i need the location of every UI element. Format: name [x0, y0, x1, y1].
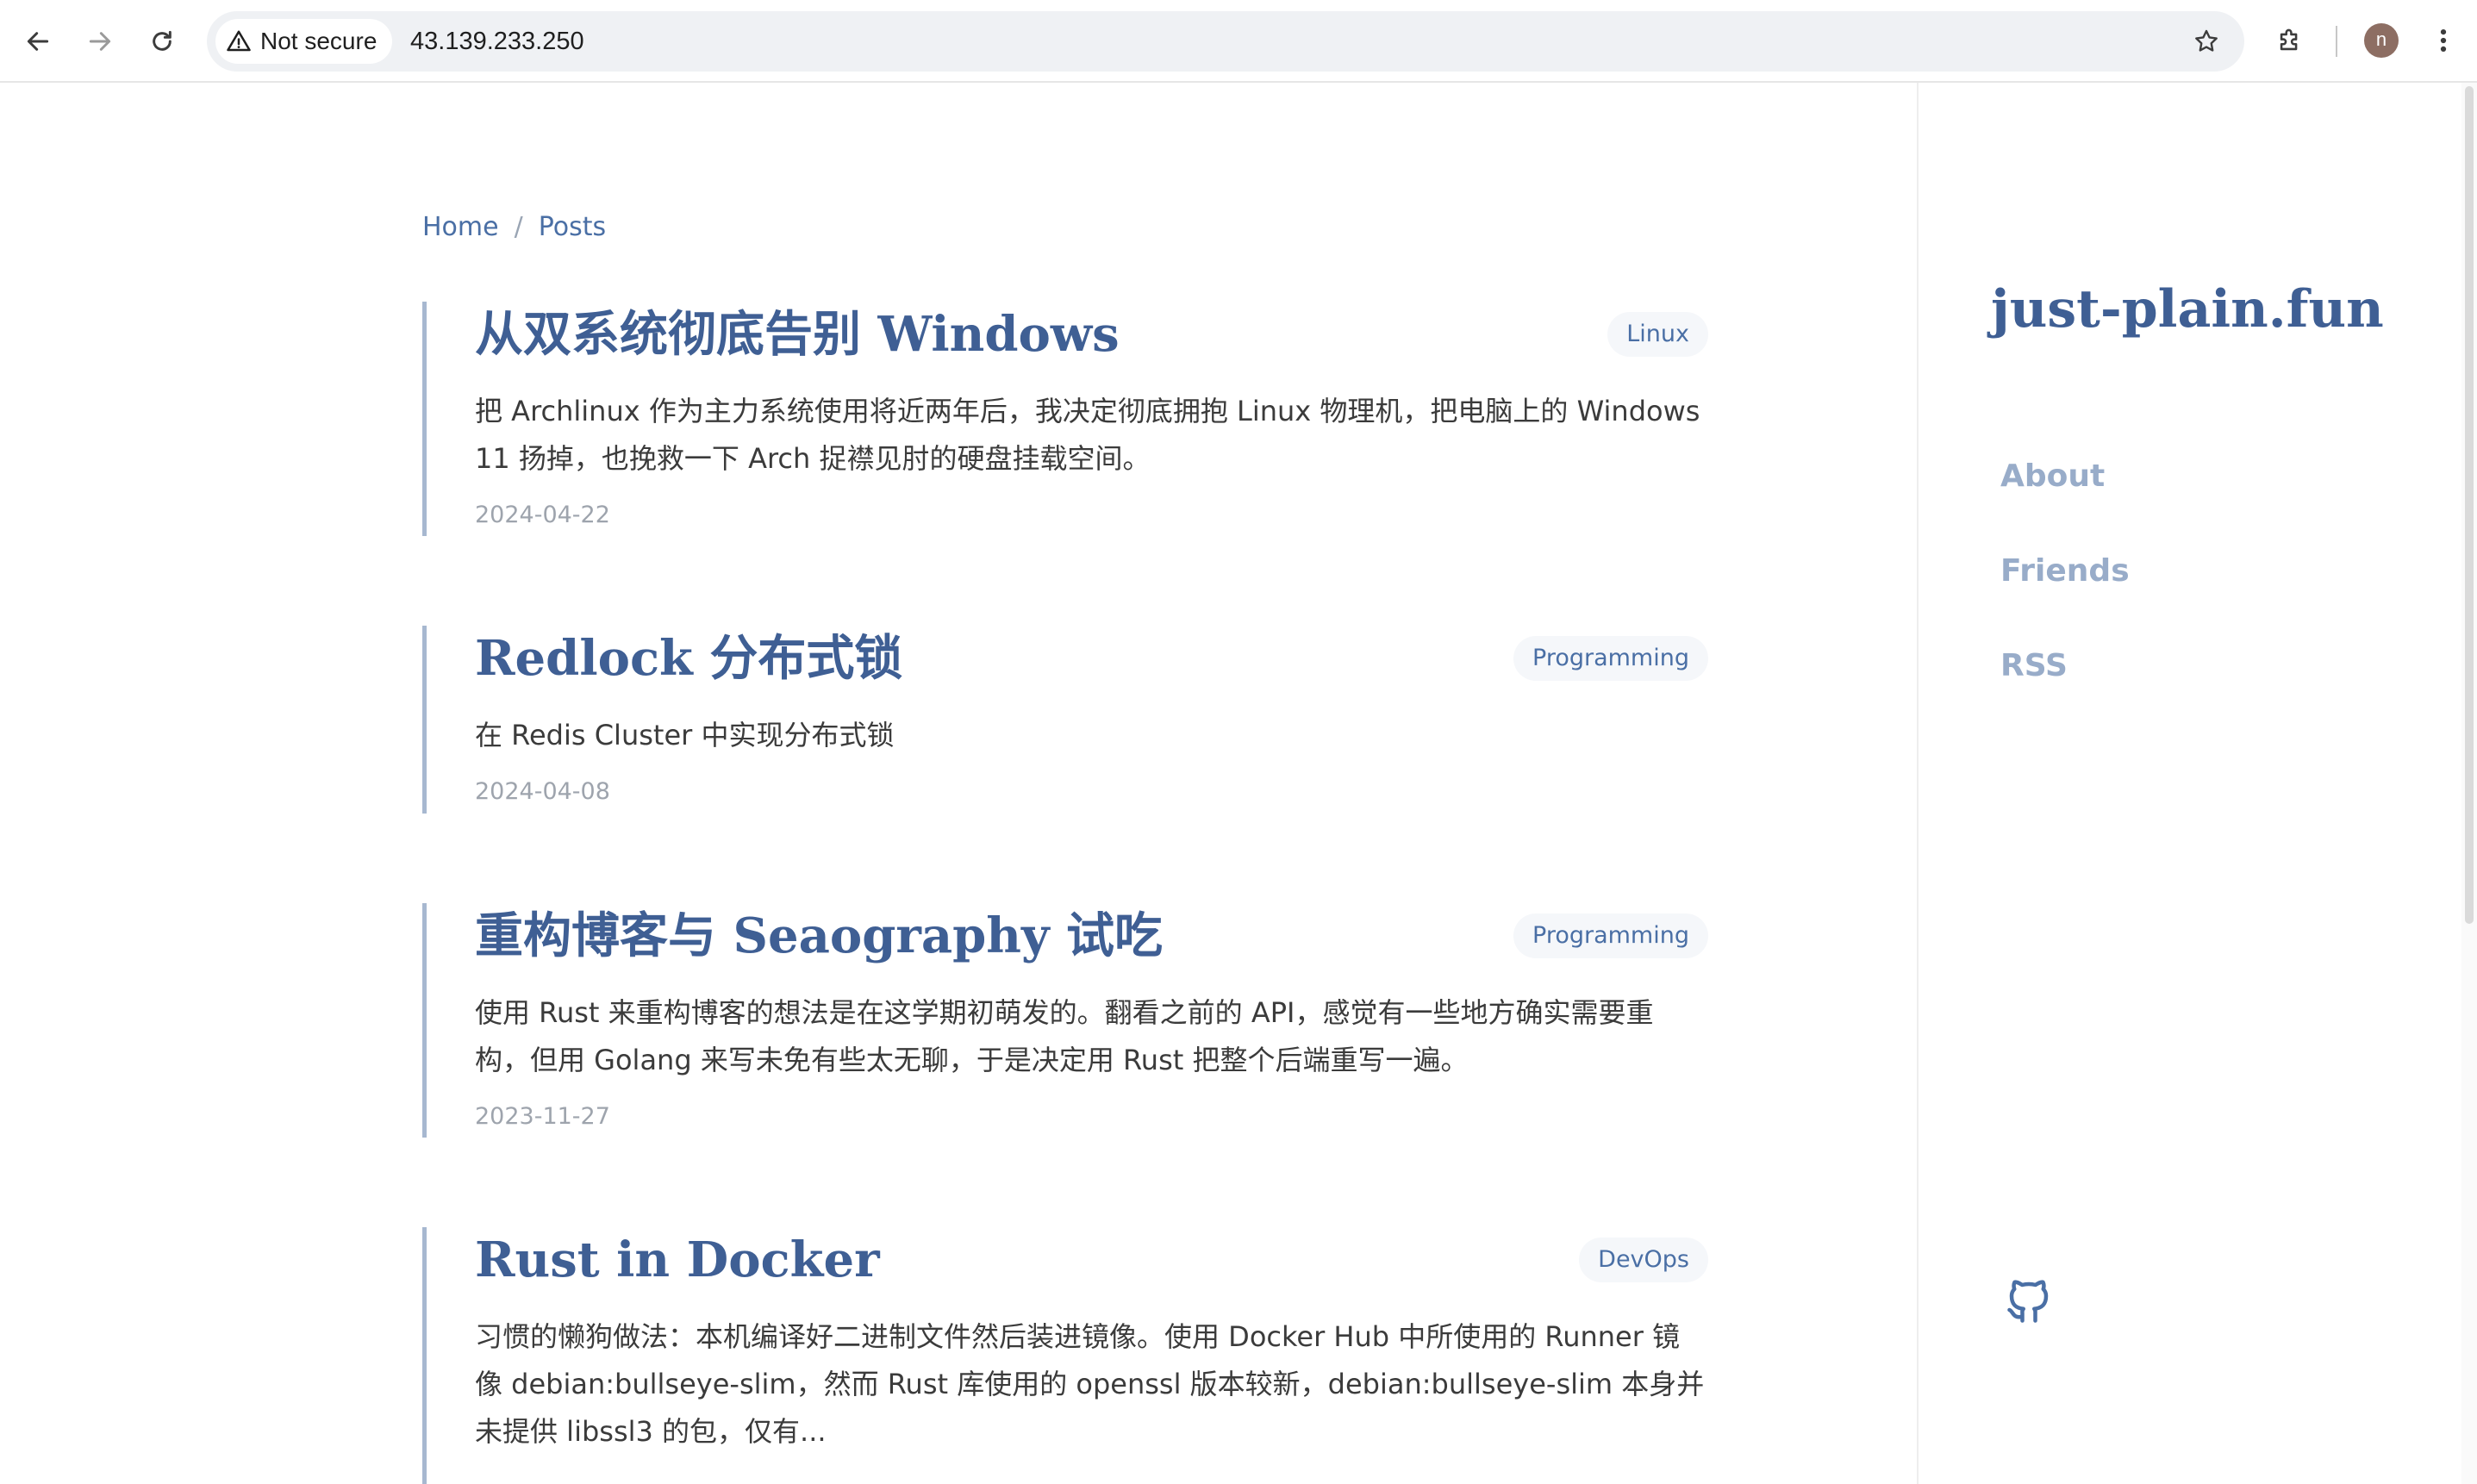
post-card: Rust in Docker DevOps 习惯的懒狗做法：本机编译好二进制文件… [422, 1227, 1708, 1484]
site-title[interactable]: just-plain.fun [1991, 279, 2384, 340]
warning-icon [227, 30, 251, 52]
breadcrumb-home[interactable]: Home [422, 212, 499, 242]
sidebar-link-about[interactable]: About [2000, 458, 2105, 494]
forward-button[interactable] [81, 22, 119, 60]
breadcrumb-separator: / [514, 212, 523, 242]
browser-menu-button[interactable] [2430, 21, 2456, 60]
reload-icon [153, 30, 172, 51]
sidebar-link-friends[interactable]: Friends [2000, 553, 2130, 589]
security-label: Not secure [260, 28, 377, 54]
post-date: 2023-11-27 [475, 1103, 610, 1130]
post-tag[interactable]: Programming [1513, 636, 1708, 681]
sidebar-link-rss[interactable]: RSS [2000, 648, 2068, 683]
address-bar[interactable]: Not secure 43.139.233.250 [207, 11, 2244, 72]
arrow-left-icon [27, 32, 49, 51]
star-icon [2195, 29, 2218, 52]
post-card: 重构博客与 Seaography 试吃 Programming 使用 Rust … [422, 903, 1708, 1138]
github-link[interactable] [2003, 1275, 2055, 1327]
github-icon [2007, 1280, 2049, 1323]
url-text[interactable]: 43.139.233.250 [410, 11, 584, 72]
page-content: Home / Posts 从双系统彻底告别 Windows Linux 把 Ar… [0, 83, 2477, 1484]
post-title[interactable]: 从双系统彻底告别 Windows [475, 302, 1708, 367]
post-summary: 把 Archlinux 作为主力系统使用将近两年后，我决定彻底拥抱 Linux … [475, 395, 1700, 475]
reload-button[interactable] [143, 22, 181, 60]
post-card: 从双系统彻底告别 Windows Linux 把 Archlinux 作为主力系… [422, 302, 1708, 536]
extensions-button[interactable] [2270, 21, 2310, 60]
post-summary: 使用 Rust 来重构博客的想法是在这学期初萌发的。翻看之前的 API，感觉有一… [475, 996, 1654, 1076]
bookmark-button[interactable] [2187, 22, 2225, 60]
back-button[interactable] [19, 22, 57, 60]
post-tag[interactable]: DevOps [1579, 1238, 1708, 1282]
profile-avatar[interactable]: n [2364, 23, 2399, 58]
post-summary: 习惯的懒狗做法：本机编译好二进制文件然后装进镜像。使用 Docker Hub 中… [475, 1320, 1705, 1448]
post-date: 2024-04-08 [475, 778, 610, 805]
more-vertical-icon [2440, 28, 2447, 53]
scrollbar-thumb[interactable] [2465, 86, 2474, 924]
post-card: Redlock 分布式锁 Programming 在 Redis Cluster… [422, 626, 1708, 814]
puzzle-icon [2280, 28, 2298, 51]
breadcrumb-posts[interactable]: Posts [539, 212, 606, 242]
post-date: 2024-04-22 [475, 502, 610, 528]
sidebar-divider [1917, 83, 1919, 1484]
post-tag[interactable]: Programming [1513, 913, 1708, 958]
browser-toolbar: Not secure 43.139.233.250 n [0, 0, 2477, 83]
arrow-right-icon [89, 32, 111, 51]
post-summary: 在 Redis Cluster 中实现分布式锁 [475, 719, 895, 751]
breadcrumb: Home / Posts [422, 212, 606, 242]
post-tag[interactable]: Linux [1607, 312, 1708, 357]
main-column: Home / Posts 从双系统彻底告别 Windows Linux 把 Ar… [0, 83, 1917, 1484]
post-title[interactable]: Rust in Docker [475, 1227, 1708, 1293]
security-indicator[interactable]: Not secure [215, 19, 393, 64]
toolbar-separator [2336, 26, 2337, 57]
